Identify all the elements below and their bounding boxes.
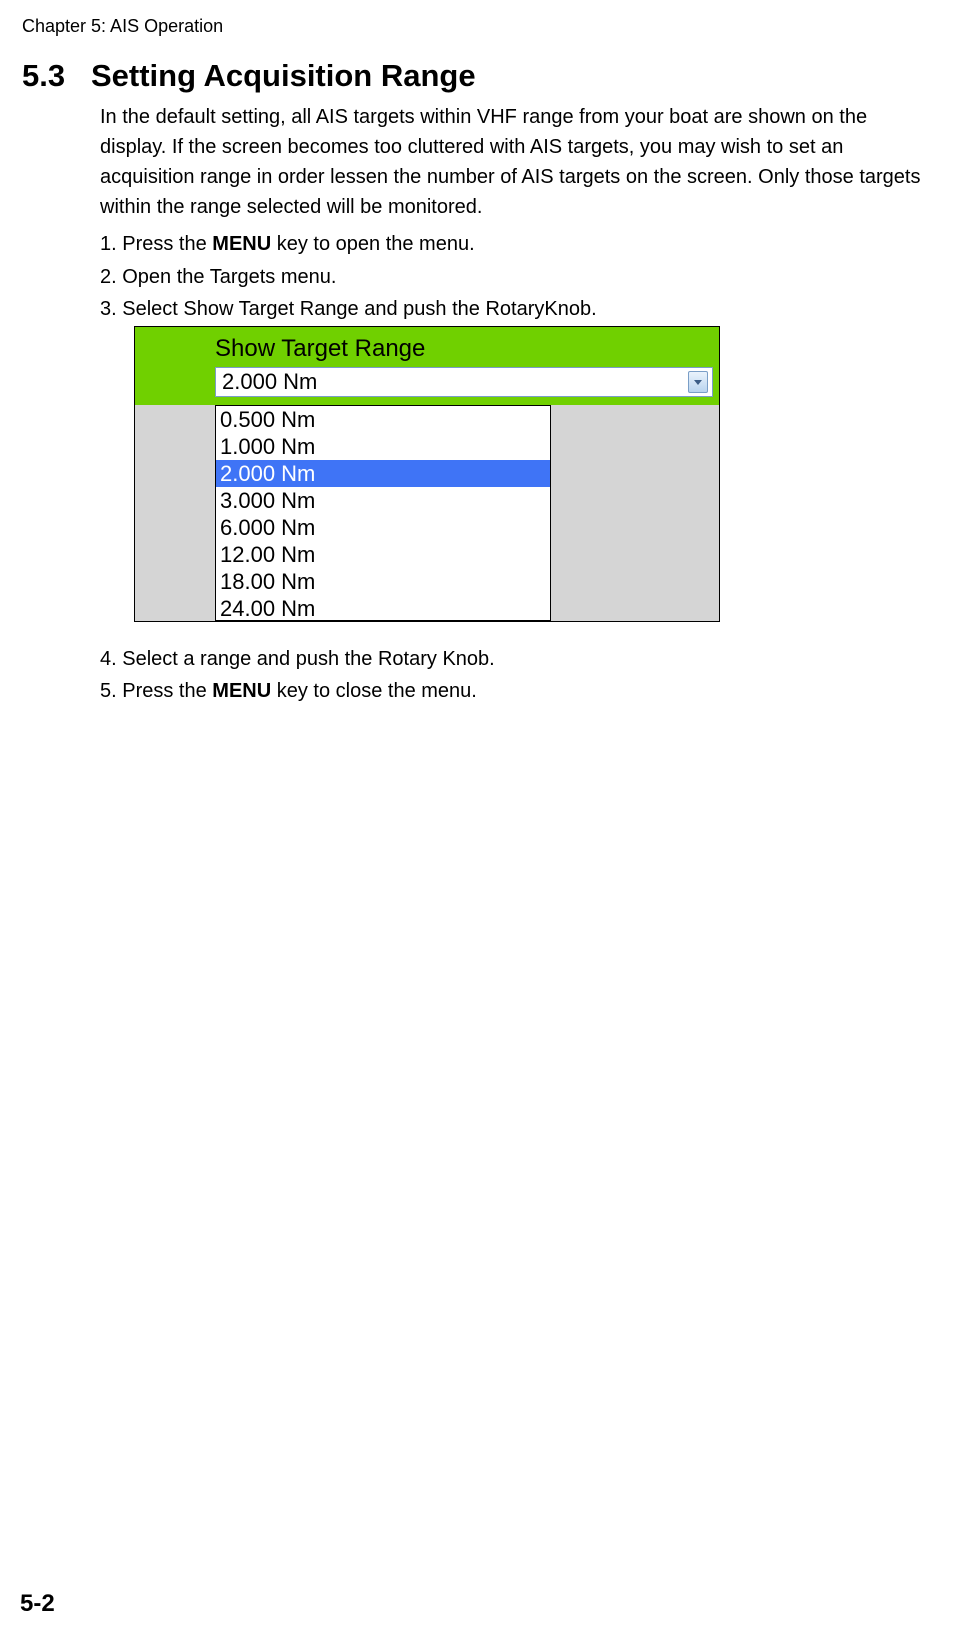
listbox-option-4[interactable]: 6.000 Nm [216,514,550,541]
step-1-text-a: 1. Press the [100,233,212,255]
step-5: 5. Press the MENU key to close the menu. [100,676,477,706]
combobox-dropdown-button[interactable] [688,371,708,393]
listbox-option-3[interactable]: 3.000 Nm [216,487,550,514]
range-listbox[interactable]: 0.500 Nm 1.000 Nm 2.000 Nm 3.000 Nm 6.00… [215,405,551,621]
listbox-option-5[interactable]: 12.00 Nm [216,541,550,568]
listbox-option-0[interactable]: 0.500 Nm [216,406,550,433]
intro-paragraph: In the default setting, all AIS targets … [100,102,925,222]
section-heading: 5.3 Setting Acquisition Range [22,58,476,94]
step-1-text-b: key to open the menu. [271,233,474,255]
section-title: Setting Acquisition Range [91,58,476,93]
step-1-key: MENU [212,233,271,255]
figure-header-panel: Show Target Range 2.000 Nm [135,327,719,405]
listbox-option-1[interactable]: 1.000 Nm [216,433,550,460]
section-number: 5.3 [22,58,65,93]
figure-title: Show Target Range [215,335,425,363]
page-number: 5-2 [20,1590,55,1618]
step-2: 2. Open the Targets menu. [100,262,336,292]
combobox-value: 2.000 Nm [222,369,317,395]
chevron-down-icon [694,380,702,385]
listbox-option-7[interactable]: 24.00 Nm [216,595,550,622]
listbox-option-2[interactable]: 2.000 Nm [216,460,550,487]
step-5-key: MENU [212,680,271,702]
chapter-header: Chapter 5: AIS Operation [22,16,223,37]
figure-body-panel: 0.500 Nm 1.000 Nm 2.000 Nm 3.000 Nm 6.00… [135,405,719,621]
step-3: 3. Select Show Target Range and push the… [100,294,597,324]
listbox-option-6[interactable]: 18.00 Nm [216,568,550,595]
range-combobox[interactable]: 2.000 Nm [215,367,713,397]
figure-show-target-range: Show Target Range 2.000 Nm 0.500 Nm 1.00… [134,326,720,622]
step-5-text-b: key to close the menu. [271,680,477,702]
step-5-text-a: 5. Press the [100,680,212,702]
step-4: 4. Select a range and push the Rotary Kn… [100,644,495,674]
step-1: 1. Press the MENU key to open the menu. [100,229,475,259]
